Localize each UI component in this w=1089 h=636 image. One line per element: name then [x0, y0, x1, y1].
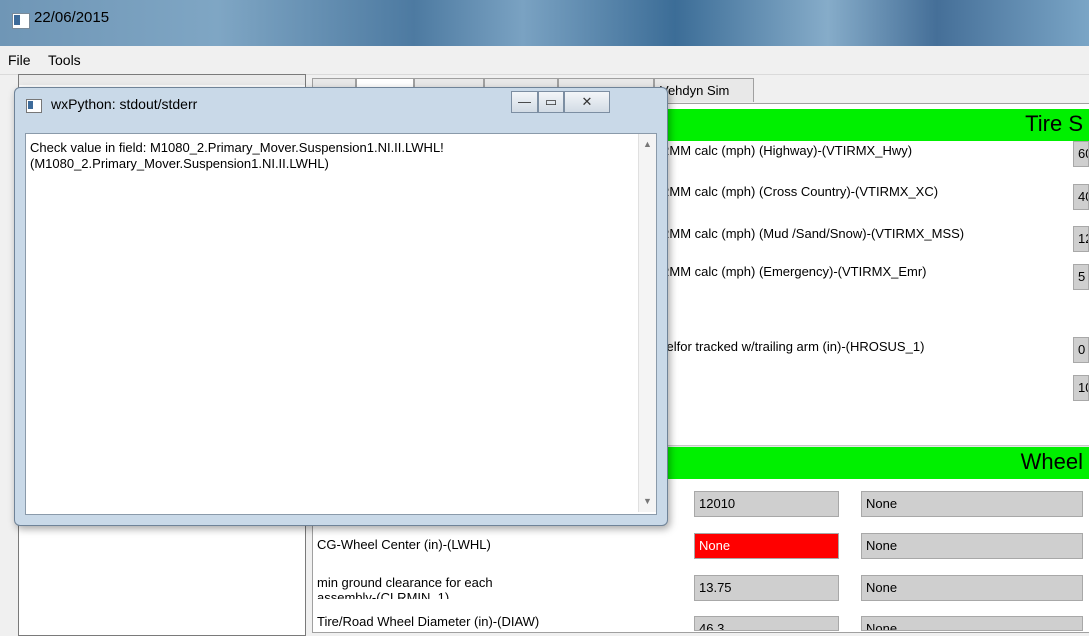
scroll-down-icon[interactable]: ▼ — [639, 493, 656, 510]
output-message: Check value in field: M1080_2.Primary_Mo… — [30, 140, 444, 171]
field-label: RMM calc (mph) (Mud /Sand/Snow)-(VTIRMX_… — [660, 226, 965, 241]
menu-file[interactable]: File — [8, 52, 31, 68]
menu-tools[interactable]: Tools — [48, 52, 81, 68]
menubar: File Tools — [0, 46, 1089, 75]
field-value-secondary[interactable]: None — [861, 616, 1083, 631]
window-title: 22/06/2015 — [34, 9, 110, 26]
field-label: Tire/Road Wheel Diameter (in)-(DIAW) — [317, 614, 540, 629]
field-value[interactable]: 12 — [1073, 226, 1089, 252]
dialog-title: wxPython: stdout/stderr — [51, 96, 198, 112]
field-value-error[interactable]: None — [694, 533, 839, 559]
stdout-stderr-dialog[interactable]: wxPython: stdout/stderr — ▭ ✕ Check valu… — [14, 87, 668, 526]
window-titlebar: 22/06/2015 — [0, 0, 1089, 46]
app-icon — [12, 13, 30, 29]
field-value-secondary[interactable]: None — [861, 491, 1083, 517]
model-tree-header — [19, 75, 305, 85]
close-button[interactable]: ✕ — [564, 91, 610, 113]
field-value[interactable]: 40 — [1073, 184, 1089, 210]
field-label: RMM calc (mph) (Highway)-(VTIRMX_Hwy) — [660, 143, 913, 158]
field-value[interactable]: 5 — [1073, 264, 1089, 290]
tab-vehdyn-sim[interactable]: Vehdyn Sim — [654, 78, 754, 102]
section-title-tire: Tire S — [1025, 111, 1083, 136]
maximize-button[interactable]: ▭ — [538, 91, 564, 113]
field-value[interactable]: 10 — [1073, 375, 1089, 401]
field-label: min ground clearance for each assembly-(… — [317, 575, 493, 599]
field-value-secondary[interactable]: None — [861, 533, 1083, 559]
field-value[interactable]: 13.75 — [694, 575, 839, 601]
scroll-up-icon[interactable]: ▲ — [639, 136, 656, 153]
dialog-app-icon — [26, 99, 42, 113]
field-value[interactable]: 46.3 — [694, 616, 839, 631]
field-label: velfor tracked w/trailing arm (in)-(HROS… — [660, 339, 925, 354]
field-label: RMM calc (mph) (Cross Country)-(VTIRMX_X… — [660, 184, 939, 199]
minimize-button[interactable]: — — [511, 91, 538, 113]
field-value-secondary[interactable]: None — [861, 575, 1083, 601]
field-value[interactable]: 12010 — [694, 491, 839, 517]
field-label: RMM calc (mph) (Emergency)-(VTIRMX_Emr) — [660, 264, 927, 279]
vertical-scrollbar[interactable]: ▲ ▼ — [638, 134, 656, 512]
field-value[interactable]: 0 — [1073, 337, 1089, 363]
field-label: CG-Wheel Center (in)-(LWHL) — [317, 537, 491, 552]
section-title-wheel: Wheel — [1020, 449, 1083, 474]
output-textarea[interactable]: Check value in field: M1080_2.Primary_Mo… — [25, 133, 657, 515]
field-value[interactable]: 60 — [1073, 141, 1089, 167]
